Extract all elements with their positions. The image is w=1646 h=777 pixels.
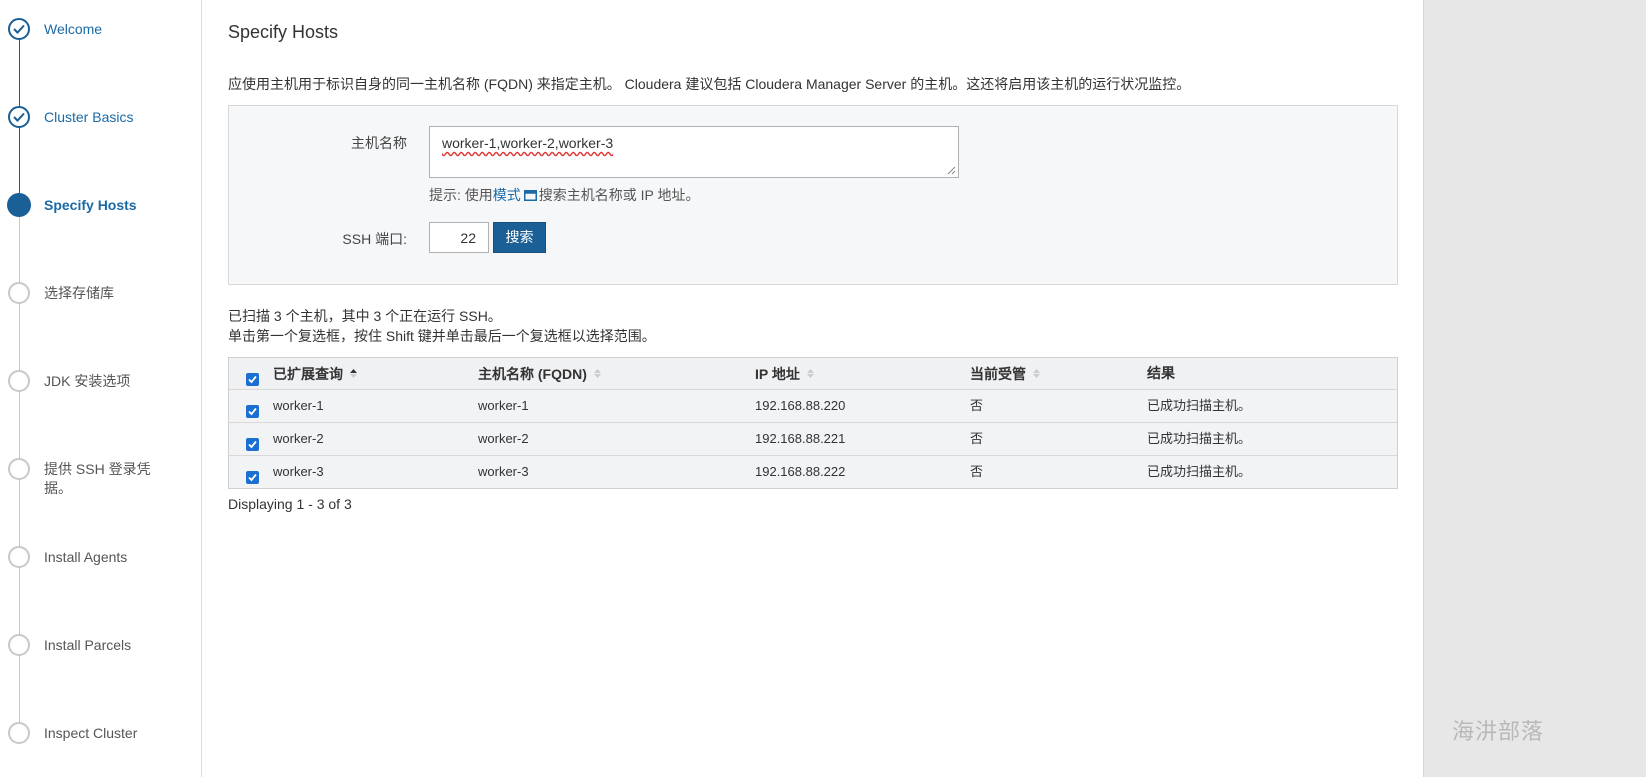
column-header-expanded-query[interactable]: 已扩展查询 bbox=[273, 358, 357, 390]
step-pending-icon bbox=[8, 282, 30, 304]
column-header-hostname[interactable]: 主机名称 (FQDN) bbox=[478, 358, 601, 390]
hosts-table: 已扩展查询 主机名称 (FQDN) IP 地址 当前受管 结果 worker-1… bbox=[228, 357, 1398, 489]
hostname-label: 主机名称 bbox=[351, 135, 407, 151]
step-label: 选择存储库 bbox=[44, 285, 114, 301]
step-jdk-options[interactable]: JDK 安装选项 bbox=[8, 370, 198, 410]
scan-tip: 单击第一个复选框，按住 Shift 键并单击最后一个复选框以选择范围。 bbox=[228, 328, 656, 344]
step-label: Welcome bbox=[44, 21, 103, 37]
cell-query: worker-3 bbox=[273, 464, 324, 479]
table-row: worker-2 worker-2 192.168.88.221 否 已成功扫描… bbox=[229, 422, 1397, 455]
step-complete-icon bbox=[8, 106, 30, 128]
scan-summary: 已扫描 3 个主机，其中 3 个正在运行 SSH。 bbox=[228, 308, 502, 324]
cell-hostname: worker-1 bbox=[478, 398, 529, 413]
column-header-result: 结果 bbox=[1147, 365, 1175, 381]
row-checkbox[interactable] bbox=[246, 456, 259, 487]
step-select-repository[interactable]: 选择存储库 bbox=[8, 282, 198, 322]
resize-grip-icon[interactable] bbox=[947, 166, 956, 175]
hostname-textarea[interactable]: worker-1,worker-2,worker-3 bbox=[429, 126, 959, 178]
step-label: JDK 安装选项 bbox=[44, 373, 131, 389]
hint-suffix: 搜索主机名称或 IP 地址。 bbox=[538, 187, 700, 203]
table-header-row: 已扩展查询 主机名称 (FQDN) IP 地址 当前受管 结果 bbox=[229, 358, 1397, 389]
search-button[interactable]: 搜索 bbox=[493, 222, 546, 253]
cell-managed: 否 bbox=[970, 398, 984, 413]
cell-ip: 192.168.88.220 bbox=[755, 398, 846, 413]
step-cluster-basics[interactable]: Cluster Basics bbox=[8, 106, 198, 146]
cell-result: 已成功扫描主机。 bbox=[1147, 431, 1252, 446]
table-row: worker-3 worker-3 192.168.88.222 否 已成功扫描… bbox=[229, 455, 1397, 488]
cell-result: 已成功扫描主机。 bbox=[1147, 464, 1252, 479]
column-header-managed[interactable]: 当前受管 bbox=[970, 358, 1040, 390]
row-checkbox[interactable] bbox=[246, 423, 259, 454]
step-pending-icon bbox=[8, 634, 30, 656]
step-pending-icon bbox=[8, 546, 30, 568]
host-search-form: 主机名称 worker-1,worker-2,worker-3 提示: 使用模式… bbox=[228, 105, 1398, 285]
hint-prefix: 提示: 使用 bbox=[429, 187, 493, 203]
cell-result: 已成功扫描主机。 bbox=[1147, 398, 1252, 413]
sort-icon bbox=[806, 358, 814, 389]
step-label: Inspect Cluster bbox=[44, 725, 138, 741]
step-label: Install Parcels bbox=[44, 637, 132, 653]
step-pending-icon bbox=[8, 370, 30, 392]
step-pending-icon bbox=[8, 722, 30, 744]
pattern-link[interactable]: 模式 bbox=[493, 187, 521, 203]
table-row: worker-1 worker-1 192.168.88.220 否 已成功扫描… bbox=[229, 389, 1397, 422]
step-complete-icon bbox=[8, 18, 30, 40]
page-description: 应使用主机用于标识自身的同一主机名称 (FQDN) 来指定主机。 Clouder… bbox=[228, 76, 1191, 92]
step-welcome[interactable]: Welcome bbox=[8, 18, 198, 58]
step-install-parcels[interactable]: Install Parcels bbox=[8, 634, 198, 674]
cell-managed: 否 bbox=[970, 431, 984, 446]
wizard-steps-sidebar: Welcome Cluster Basics Specify Hosts 选择存… bbox=[0, 0, 202, 777]
step-label: Cluster Basics bbox=[44, 109, 134, 125]
row-checkbox[interactable] bbox=[246, 390, 259, 421]
cell-query: worker-1 bbox=[273, 398, 324, 413]
step-label: 提供 SSH 登录凭据。 bbox=[44, 461, 151, 496]
cell-ip: 192.168.88.222 bbox=[755, 464, 846, 479]
sort-icon bbox=[1033, 358, 1040, 389]
step-inspect-cluster[interactable]: Inspect Cluster bbox=[8, 722, 198, 762]
search-hint: 提示: 使用模式 搜索主机名称或 IP 地址。 bbox=[429, 185, 700, 205]
step-ssh-credentials[interactable]: 提供 SSH 登录凭据。 bbox=[8, 458, 198, 498]
popup-window-icon[interactable] bbox=[523, 188, 537, 204]
cell-query: worker-2 bbox=[273, 431, 324, 446]
pagination-info: Displaying 1 - 3 of 3 bbox=[228, 496, 352, 512]
cell-ip: 192.168.88.221 bbox=[755, 431, 846, 446]
watermark: 海汫部落 bbox=[1452, 720, 1545, 745]
sort-icon bbox=[593, 358, 601, 389]
sort-ascending-icon bbox=[350, 358, 357, 389]
ssh-port-input[interactable]: 22 bbox=[429, 222, 489, 253]
column-header-ip[interactable]: IP 地址 bbox=[755, 358, 814, 390]
scan-results-text: 已扫描 3 个主机，其中 3 个正在运行 SSH。 单击第一个复选框，按住 Sh… bbox=[228, 306, 656, 346]
cell-hostname: worker-3 bbox=[478, 464, 529, 479]
step-pending-icon bbox=[8, 458, 30, 480]
step-current-icon bbox=[7, 193, 31, 217]
right-side-panel: 海汫部落 bbox=[1423, 0, 1646, 777]
select-all-checkbox[interactable] bbox=[246, 358, 259, 389]
step-label: Specify Hosts bbox=[44, 197, 137, 213]
step-install-agents[interactable]: Install Agents bbox=[8, 546, 198, 586]
cell-managed: 否 bbox=[970, 464, 984, 479]
ssh-port-label: SSH 端口: bbox=[342, 231, 407, 247]
hostname-value: worker-1,worker-2,worker-3 bbox=[442, 135, 614, 151]
step-label: Install Agents bbox=[44, 549, 128, 565]
cell-hostname: worker-2 bbox=[478, 431, 529, 446]
step-specify-hosts[interactable]: Specify Hosts bbox=[7, 193, 198, 234]
page-title: Specify Hosts bbox=[228, 22, 339, 42]
